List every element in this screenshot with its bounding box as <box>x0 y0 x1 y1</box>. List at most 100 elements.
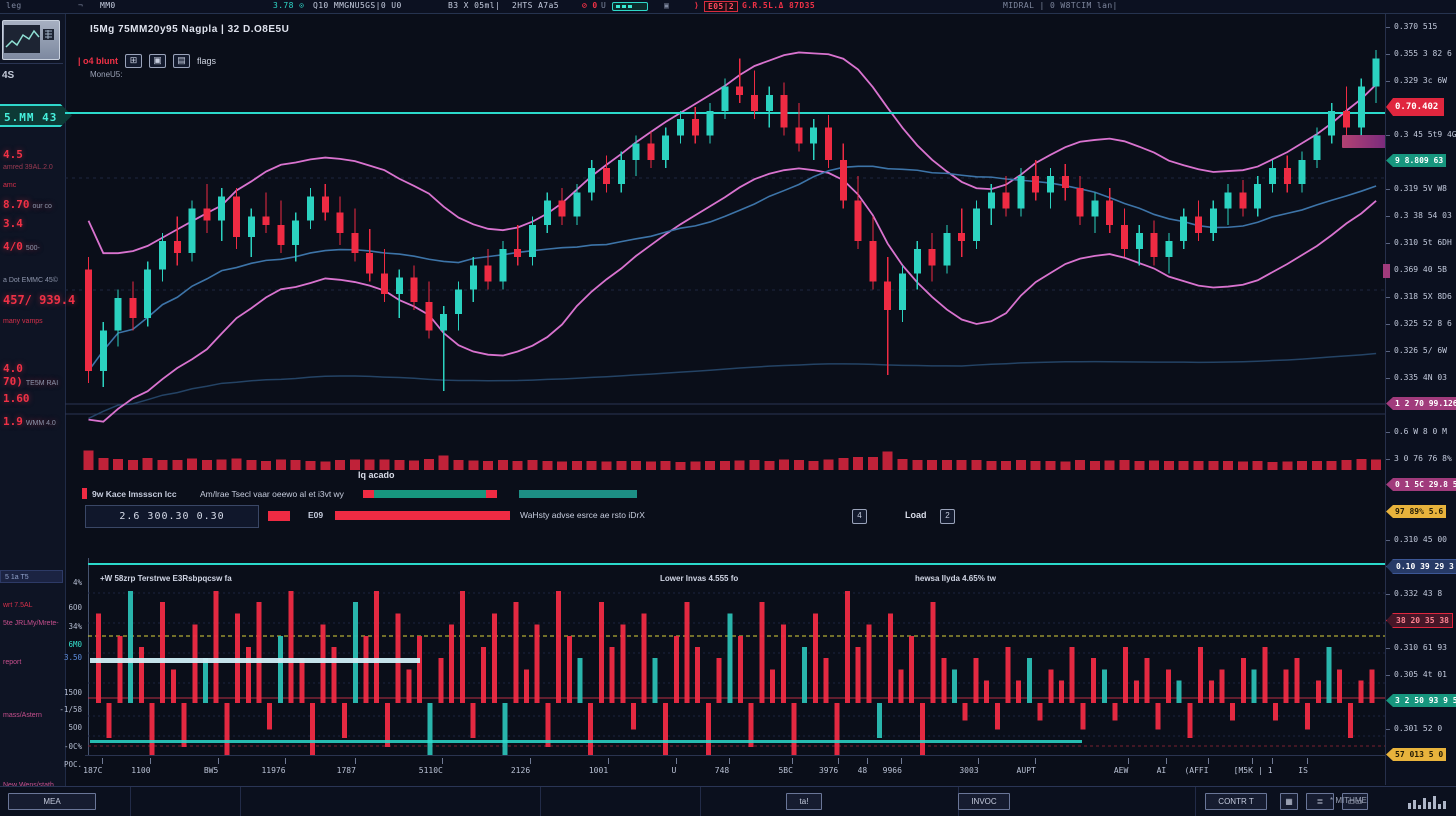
candle <box>455 290 462 314</box>
price-tag-teal[interactable]: 9 8.809 63 <box>1386 154 1446 167</box>
time-tick: 48 <box>862 756 872 775</box>
price-tag-redbox[interactable]: 38 20 35 38 <box>1386 613 1453 628</box>
price-tag-magenta[interactable]: 1 2 70 99.126 <box>1386 397 1456 410</box>
price-tag-magenta[interactable]: 0 1 5C 29.8 5 <box>1386 478 1456 491</box>
candle <box>1313 135 1320 159</box>
topbar-item[interactable]: ⟩ <box>694 1 699 10</box>
volume-bar <box>557 462 567 471</box>
topbar-item[interactable]: 2HTS A7a5 <box>512 1 559 10</box>
topbar-item[interactable]: G.R.5L.Δ 87D35 <box>742 1 815 10</box>
candle <box>499 249 506 281</box>
price-axis-row: 0.305 4t 01 <box>1386 670 1456 683</box>
price-label: 0.3 38 54 03 <box>1394 211 1452 220</box>
indicator-title-1: +W 58zrp Terstrwe E3Rsbpqcsw fa <box>100 574 232 583</box>
status-box[interactable]: MEA <box>8 793 96 810</box>
histogram-bar <box>438 658 443 703</box>
mini-chart-widget[interactable] <box>2 20 60 60</box>
histogram-bar <box>321 625 326 703</box>
topbar-item[interactable]: ¬ <box>78 1 83 10</box>
candle <box>1373 58 1380 86</box>
histogram-bar <box>1273 703 1278 721</box>
histogram-bar <box>449 625 454 703</box>
price-label: 0.370 515 <box>1394 22 1437 31</box>
histogram-bar <box>150 703 155 755</box>
volume-bar <box>409 461 419 471</box>
price-axis-row: 0.370 515 <box>1386 22 1456 35</box>
time-tick: 748 <box>722 756 736 775</box>
histogram-bar <box>920 703 925 755</box>
topbar-item[interactable]: B3 X 05ml| <box>448 1 500 10</box>
candle <box>1151 233 1158 257</box>
legend-button-1[interactable]: 4 <box>852 509 867 524</box>
status-box[interactable]: ta! <box>786 793 822 810</box>
topbar-item[interactable]: leg <box>6 1 22 10</box>
volume-bar <box>513 461 523 470</box>
status-box[interactable]: INVOC <box>958 793 1010 810</box>
candlestick-chart[interactable] <box>65 14 1385 472</box>
histogram-bar <box>781 625 786 703</box>
topbar-item[interactable]: ▣ <box>664 1 669 10</box>
sidebar-lower-item[interactable]: mass/Astern <box>3 712 42 719</box>
candle <box>899 273 906 310</box>
volume-bar <box>320 462 330 471</box>
volume-bar <box>1253 461 1263 470</box>
candle <box>1032 176 1039 192</box>
legend-button-2[interactable]: 2 <box>940 509 955 524</box>
status-box[interactable]: CONTR T <box>1205 793 1267 810</box>
topbar-item[interactable]: MM0 <box>100 1 116 10</box>
topbar-item[interactable]: 3.78 ⊙ <box>273 1 304 10</box>
volume-bar <box>380 460 390 471</box>
status-divider <box>240 787 241 816</box>
topbar-item[interactable]: E05|2 <box>704 1 738 12</box>
price-axis-row: 0.355 3 82 6 <box>1386 49 1456 62</box>
histogram-bar <box>1080 703 1085 729</box>
time-label: 1100 <box>131 766 150 775</box>
legend-swatch-red-2 <box>268 511 290 521</box>
price-axis-row: 0.329 3c 6W <box>1386 76 1456 89</box>
histogram-bar <box>899 669 904 703</box>
axis-tick <box>1386 324 1390 325</box>
load-label[interactable]: Load <box>905 510 927 520</box>
price-tag-red[interactable]: 0.70.402 <box>1386 98 1444 116</box>
price-tag-yellow[interactable]: 57 013 5 0 <box>1386 748 1446 761</box>
price-axis-row: 3 0 76 76 8% <box>1386 454 1456 467</box>
topbar-item[interactable]: U <box>601 1 606 10</box>
status-box[interactable]: ▦ <box>1280 793 1298 810</box>
candle <box>1269 168 1276 184</box>
candle <box>263 217 270 225</box>
topbar-item[interactable]: MIDRAL | 0 W8TCIM lan| <box>1003 1 1118 10</box>
price-tag-teal[interactable]: 3 2 50 93 9 5 <box>1386 694 1456 707</box>
candle <box>292 221 299 245</box>
histogram-bar <box>331 647 336 703</box>
topbar-item[interactable]: Q10 MMGNU5GS|0 U0 <box>313 1 402 10</box>
time-label: 9966 <box>883 766 902 775</box>
histogram-bar <box>1241 658 1246 703</box>
sidebar-lower-item[interactable]: report <box>3 659 21 666</box>
price-tag-yellow[interactable]: 97 89% 5.6 <box>1386 505 1446 518</box>
volume-bar <box>424 459 434 470</box>
candle <box>411 278 418 302</box>
volume-bar <box>1164 461 1174 470</box>
quote-value: 1.60 <box>3 392 30 405</box>
histogram-bar <box>128 591 133 703</box>
legend-bar-teal-2[interactable] <box>519 490 637 498</box>
legend-bar-teal[interactable] <box>374 490 486 498</box>
sidebar-lower-item[interactable]: wrt 7.5AL <box>3 602 33 609</box>
volume-bar <box>794 460 804 470</box>
volume-bar <box>824 460 834 471</box>
symbol-tag[interactable]: 5.MM 43 <box>0 104 72 127</box>
topbar-item[interactable]: ⊘ 0 <box>582 1 598 10</box>
price-tag-blue[interactable]: 0.10 39 29 3 <box>1386 559 1456 574</box>
time-axis[interactable]: 187C1100BW51197617875110C21261001U7485BC… <box>85 755 1385 786</box>
histogram-bar <box>310 703 315 755</box>
price-label: 0.326 5/ 6W <box>1394 346 1447 355</box>
indicator-panel[interactable] <box>88 558 1385 755</box>
volume-bar <box>1356 459 1366 470</box>
price-axis-row: 1 2 70 99.126 <box>1386 400 1456 413</box>
candle <box>248 217 255 237</box>
histogram-bar <box>888 613 893 703</box>
time-tick: 1100 <box>141 756 160 775</box>
price-axis[interactable]: 0.370 515 0.355 3 82 6 0.329 3c 6W 0.70.402… <box>1385 14 1456 785</box>
time-tick: 5110C <box>431 756 455 775</box>
histogram-bar <box>663 703 668 755</box>
